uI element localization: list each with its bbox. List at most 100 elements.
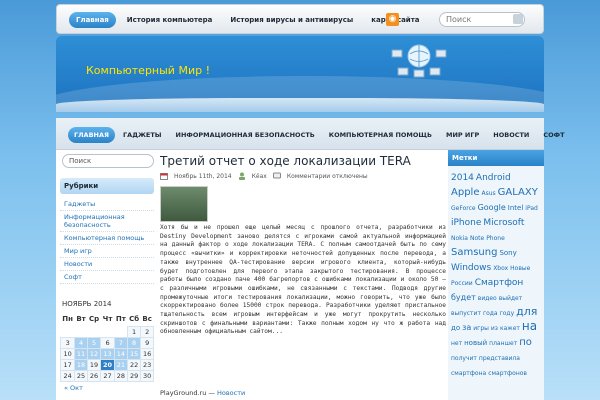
tag-link[interactable]: за [462, 322, 471, 333]
tag-link[interactable]: Смартфон [475, 278, 524, 289]
page: Главная История компьютера История вирус… [56, 0, 565, 400]
tag-link[interactable]: iPad [525, 203, 538, 214]
rubric-link[interactable]: Информационная безопасность [60, 211, 154, 232]
calendar-day[interactable]: 13 [100, 347, 115, 360]
tag-link[interactable]: Nokia [451, 233, 468, 244]
rubric-link[interactable]: Компьютерная помощь [60, 232, 154, 245]
tag-link[interactable]: Новые [510, 263, 530, 274]
tag-link[interactable]: выйдет [499, 293, 523, 304]
tag-link[interactable]: смартфонов [488, 368, 527, 379]
tag-link[interactable]: кажет [500, 323, 520, 334]
calendar-day[interactable]: 4 [74, 336, 88, 349]
calendar-table: Пн Вт Ср Чт Пт Сб Вс 1 2 3 4 5 6 7 8 9 10 11 12 13 14 15 16 17… [59, 312, 154, 382]
tag-link[interactable]: Windows [451, 263, 491, 274]
tag-link[interactable]: Apple [451, 187, 479, 198]
calendar-day[interactable]: 12 [86, 347, 102, 360]
main-nav-soft[interactable]: СОФТ [537, 127, 570, 143]
top-menu-bar: Главная История компьютера История вирус… [56, 4, 544, 34]
calendar-day[interactable]: 7 [113, 336, 128, 349]
top-nav-home[interactable]: Главная [69, 12, 116, 28]
tag-link[interactable]: Asus [481, 188, 495, 199]
calendar-prev-month-link[interactable]: « Окт [60, 384, 154, 392]
tag-link[interactable]: Google [478, 202, 506, 213]
rubric-link[interactable]: Мир игр [60, 245, 154, 258]
tag-link[interactable]: видео [478, 293, 497, 304]
main-nav-news[interactable]: НОВОСТИ [487, 127, 535, 143]
post-source: PlayGround.ru — Новости [160, 389, 245, 397]
main-nav-games[interactable]: МИР ИГР [440, 127, 485, 143]
tag-link[interactable]: Intel [508, 203, 524, 214]
header-bottom-wave [56, 98, 544, 112]
main-nav-computer-help[interactable]: КОМПЬЮТЕРНАЯ ПОМОЩЬ [323, 127, 438, 143]
main-nav: ГЛАВНАЯ ГАДЖЕТЫ ИНФОРМАЦИОННАЯ БЕЗОПАСНО… [68, 127, 571, 143]
top-nav-computer-history[interactable]: История компьютера [120, 12, 220, 28]
tag-link[interactable]: до [451, 323, 460, 334]
tag-link[interactable]: GeForce [451, 203, 476, 214]
tag-link[interactable]: Xbox [493, 263, 508, 274]
calendar-day: 9 [140, 336, 154, 349]
tag-link[interactable]: смартфона [451, 368, 486, 379]
sidebar-search-input[interactable]: Поиск [62, 154, 154, 168]
site-title[interactable]: Компьютерный Мир ! [86, 64, 210, 77]
tag-link[interactable]: для [516, 306, 537, 317]
post-source-name: PlayGround.ru [160, 389, 207, 397]
tag-link[interactable]: получит [451, 353, 477, 364]
calendar-day[interactable]: 14 [113, 347, 128, 360]
calendar-day: 22 [126, 358, 142, 371]
tag-link[interactable]: Samsung [451, 247, 497, 258]
tag-link[interactable]: выпустит [451, 308, 481, 319]
tag-link[interactable]: из [491, 323, 498, 334]
calendar-weekday: Сб [129, 314, 140, 323]
tag-link[interactable]: по [519, 337, 532, 348]
calendar-day[interactable]: 15 [126, 347, 142, 360]
tag-link[interactable]: Sony [499, 248, 516, 259]
top-nav-virus-history[interactable]: История вирусы и антивирусы [223, 12, 360, 28]
tag-link[interactable]: России [451, 278, 473, 289]
search-icon[interactable] [513, 14, 523, 24]
post-thumbnail-image[interactable] [160, 186, 208, 222]
calendar-day: 26 [86, 369, 102, 382]
calendar-day[interactable]: 18 [74, 358, 88, 371]
main-nav-gadgets[interactable]: ГАДЖЕТЫ [117, 127, 168, 143]
tag-link[interactable]: новый [464, 338, 487, 349]
main-nav-home[interactable]: ГЛАВНАЯ [68, 127, 116, 143]
tag-link[interactable]: GALAXY [498, 187, 538, 198]
tag-link[interactable]: планшет [489, 338, 517, 349]
calendar-day[interactable]: 5 [86, 336, 102, 349]
tag-link[interactable]: Microsoft [483, 218, 524, 229]
calendar-day[interactable]: 8 [126, 336, 142, 349]
calendar-day: 16 [140, 347, 154, 360]
calendar-day[interactable]: 11 [74, 347, 88, 360]
post-category-link[interactable]: Новости [217, 389, 245, 397]
tag-link[interactable]: году [500, 308, 515, 319]
tag-link[interactable]: нет [451, 338, 462, 349]
tag-link[interactable]: на [522, 320, 537, 332]
post-body: Хотя бы и не прошел еще целый месяц с пр… [160, 224, 446, 336]
tag-link[interactable]: Android [476, 173, 511, 184]
main-nav-infosec[interactable]: ИНФОРМАЦИОННАЯ БЕЗОПАСНОСТЬ [170, 127, 321, 143]
tag-link[interactable]: представила [479, 353, 520, 364]
tag-link[interactable]: Note [470, 233, 484, 244]
tag-link[interactable]: Phone [486, 233, 505, 244]
calendar-day: 10 [59, 347, 76, 360]
calendar-day: 25 [74, 369, 88, 382]
tag-cloud: 2014 Android Apple Asus GALAXY GeForce Google I… [448, 166, 544, 382]
calendar-day[interactable]: 21 [113, 358, 128, 371]
rubrics-title: Рубрики [60, 178, 154, 194]
post-author[interactable]: Кёах [252, 173, 267, 180]
calendar-day: 19 [86, 358, 102, 371]
calendar-day: 6 [100, 336, 115, 349]
rss-icon[interactable]: ◉ [386, 13, 399, 26]
post-title[interactable]: Третий отчет о ходе локализации TERA [160, 154, 446, 168]
rubric-link[interactable]: Новости [60, 258, 154, 271]
tag-link[interactable]: года [483, 308, 498, 319]
tag-link[interactable]: будет [451, 292, 476, 303]
rubric-link[interactable]: Гаджеты [60, 198, 154, 211]
calendar-day[interactable]: 20 [100, 358, 115, 371]
tag-link[interactable]: 2014 [451, 173, 474, 184]
rubric-link[interactable]: Софт [60, 271, 154, 284]
right-sidebar: Метки 2014 Android Apple Asus GALAXY GeForce G… [448, 150, 544, 400]
tag-link[interactable]: игры [473, 323, 489, 334]
calendar-day: 3 [59, 336, 76, 349]
tag-link[interactable]: iPhone [451, 218, 481, 229]
